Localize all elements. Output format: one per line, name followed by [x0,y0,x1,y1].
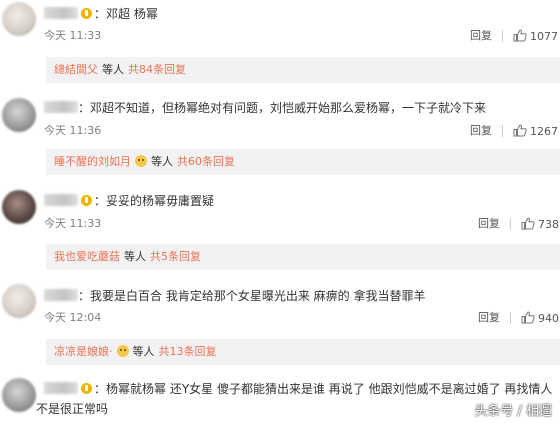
divider [502,30,503,42]
username-blurred[interactable] [44,101,78,113]
username-blurred[interactable] [44,289,78,301]
comment-text: ：我要是白百合 我肯定给那个女星曝光出来 麻痹的 拿我当替罪羊 [78,289,426,303]
avatar[interactable] [2,2,36,36]
like-button[interactable]: 940 [521,311,559,326]
reply-summary[interactable]: 凉凉是娘娘· 等人 共13条回复 [46,339,560,365]
divider [510,312,511,324]
avatar[interactable] [2,378,36,412]
reply-count-link[interactable]: 共60条回复 [177,155,235,168]
comment-time: 今天 12:04 [44,311,102,324]
reply-button[interactable]: 回复 [478,311,500,325]
reply-username[interactable]: 睡不醒的刘如月 [54,155,131,168]
reply-etc: 等人 [124,250,146,263]
like-count: 940 [538,312,559,325]
reply-count-link[interactable]: 共5条回复 [150,250,201,263]
comment-text: ：杨幂就杨幂 还Y女星 傻子都能猜出来是谁 再说了 他跟刘恺威不是离过婚了 再找… [94,382,553,396]
thumbs-up-icon [521,311,535,324]
comment-text: ：妥妥的杨幂毋庸置疑 [94,194,215,208]
divider [510,218,511,230]
reply-username[interactable]: 我也爱吃蘑菇 [54,250,120,263]
thumbs-up-icon [513,29,527,42]
comment-text-continued: 不是很正常吗 [36,402,109,416]
reply-etc: 等人 [132,345,155,358]
reply-etc: 等人 [102,63,124,76]
reply-count-link[interactable]: 共13条回复 [159,345,217,358]
like-button[interactable]: 1267 [513,124,558,139]
comment-text: ：邓超不知道，但杨幂绝对有问题，刘恺威开始那么爱杨幂，一下子就冷下来 [78,101,487,115]
reply-summary[interactable]: 我也爱吃蘑菇 等人 共5条回复 [46,244,560,270]
like-button[interactable]: 1077 [513,29,558,44]
avatar[interactable] [2,284,36,318]
reply-button[interactable]: 回复 [470,124,492,138]
vip-badge-icon [81,383,92,394]
reply-username[interactable]: 凉凉是娘娘· [54,345,113,358]
like-count: 738 [538,218,559,231]
reply-count-link[interactable]: 共84条回复 [128,63,186,76]
like-count: 1077 [530,30,558,43]
reply-username[interactable]: 總結間父 [54,63,98,76]
vip-badge-icon [81,195,92,206]
comment-text: ：邓超 杨幂 [94,7,158,21]
username-blurred[interactable] [44,194,78,206]
reply-summary[interactable]: 總結間父 等人 共84条回复 [46,57,560,83]
avatar[interactable] [2,98,36,132]
comment-time: 今天 11:33 [44,217,102,230]
comment-time: 今天 11:33 [44,29,102,42]
emoji-icon [135,155,147,167]
reply-button[interactable]: 回复 [470,29,492,43]
username-blurred[interactable] [44,382,78,394]
like-button[interactable]: 738 [521,217,559,232]
comment-time: 今天 11:36 [44,124,102,137]
thumbs-up-icon [513,124,527,137]
like-count: 1267 [530,125,558,138]
vip-badge-icon [81,8,92,19]
username-blurred[interactable] [44,7,78,19]
watermark: 头条号 / 相遛 [474,404,552,419]
emoji-icon [116,345,129,357]
avatar[interactable] [2,190,36,224]
reply-button[interactable]: 回复 [478,217,500,231]
divider [502,125,503,137]
reply-summary[interactable]: 睡不醒的刘如月 等人 共60条回复 [46,149,560,175]
reply-etc: 等人 [151,155,173,168]
thumbs-up-icon [521,217,535,230]
